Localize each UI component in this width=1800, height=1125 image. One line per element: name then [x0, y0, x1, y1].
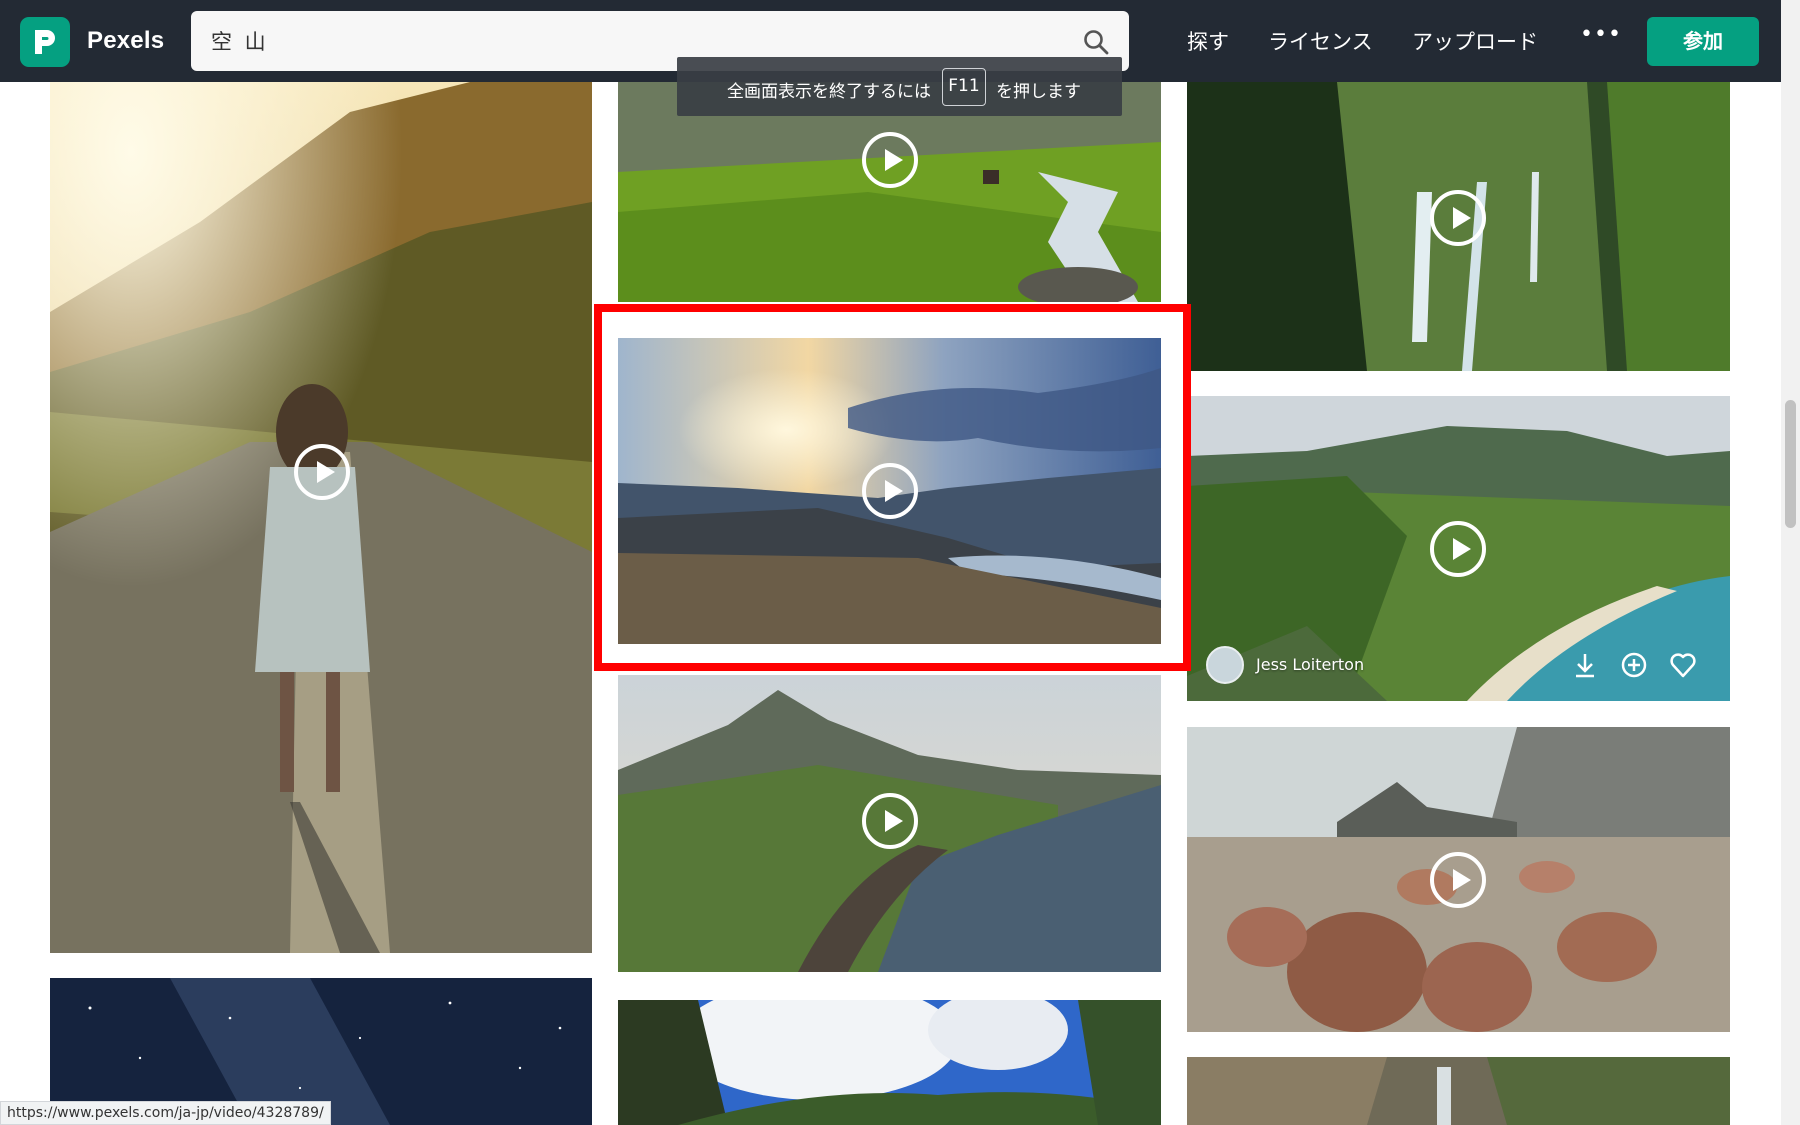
- nav-explore[interactable]: 探す: [1187, 26, 1229, 56]
- fullscreen-notice-suffix: を押します: [996, 82, 1081, 102]
- more-menu-icon[interactable]: •••: [1580, 22, 1622, 47]
- add-collection-icon[interactable]: [1619, 650, 1649, 680]
- nav-license[interactable]: ライセンス: [1268, 26, 1373, 56]
- video-tile-road-woman[interactable]: [50, 82, 592, 953]
- status-bar-url: https://www.pexels.com/ja-jp/video/43287…: [0, 1101, 331, 1125]
- play-icon[interactable]: [1430, 852, 1486, 908]
- video-tile-waterfall-cliffs[interactable]: [1187, 82, 1730, 371]
- fullscreen-exit-notice: 全画面表示を終了するには F11 を押します: [677, 57, 1122, 116]
- video-tile-rocky-waterfall[interactable]: [1187, 1057, 1730, 1125]
- video-thumbnail: [1187, 1057, 1730, 1125]
- play-icon[interactable]: [862, 463, 918, 519]
- page-scrollbar[interactable]: [1781, 0, 1800, 1125]
- play-icon[interactable]: [294, 444, 350, 500]
- author-avatar[interactable]: [1206, 646, 1244, 684]
- play-icon[interactable]: [1430, 190, 1486, 246]
- video-tile-coastal-peak[interactable]: [618, 675, 1161, 972]
- video-tile-sunset-lake-mountains[interactable]: [618, 338, 1161, 644]
- video-thumbnail: [618, 1000, 1161, 1125]
- nav-upload[interactable]: アップロード: [1412, 26, 1538, 56]
- scrollbar-thumb[interactable]: [1785, 400, 1796, 528]
- video-tile-forest-clouds[interactable]: [618, 1000, 1161, 1125]
- video-thumbnail: [50, 82, 592, 953]
- logo-text[interactable]: Pexels: [87, 27, 164, 55]
- author-name[interactable]: Jess Loiterton: [1256, 655, 1364, 674]
- pexels-logo-icon[interactable]: [20, 17, 70, 67]
- join-button[interactable]: 参加: [1647, 17, 1759, 66]
- f11-key-label: F11: [942, 68, 986, 106]
- download-icon[interactable]: [1570, 650, 1600, 680]
- video-tile-boulder-bay[interactable]: [1187, 727, 1730, 1032]
- search-icon[interactable]: [1083, 29, 1109, 55]
- play-icon[interactable]: [862, 132, 918, 188]
- play-icon[interactable]: [862, 793, 918, 849]
- play-icon[interactable]: [1430, 521, 1486, 577]
- fullscreen-notice-text: 全画面表示を終了するには: [727, 82, 931, 102]
- heart-icon[interactable]: [1668, 650, 1698, 680]
